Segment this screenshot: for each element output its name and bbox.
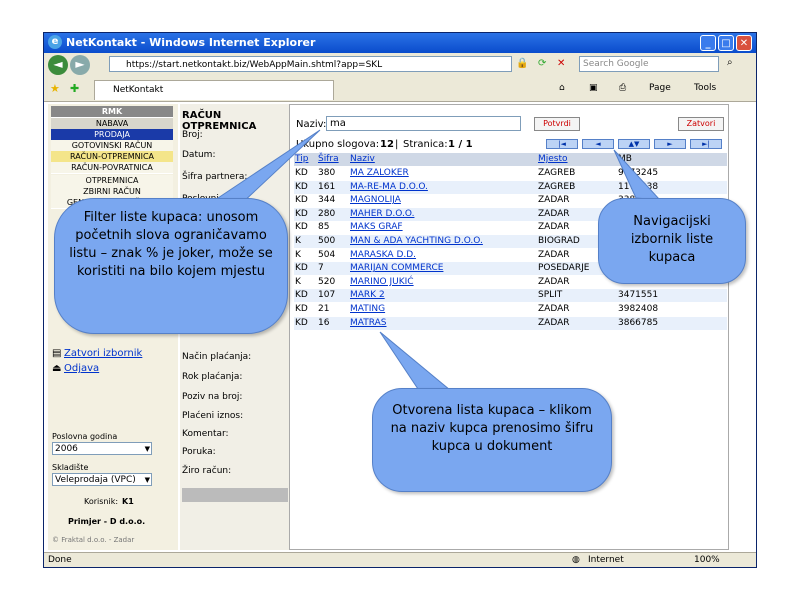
nav-callout-pointer xyxy=(613,149,662,201)
list-callout-text: Otvorena lista kupaca – klikom na naziv … xyxy=(390,403,594,454)
list-callout-pointer xyxy=(379,331,452,393)
filter-callout: Filter liste kupaca: unosom početnih slo… xyxy=(54,198,288,334)
nav-callout: Navigacijski izbornik liste kupaca xyxy=(598,198,746,284)
list-callout: Otvorena lista kupaca – klikom na naziv … xyxy=(372,388,612,492)
filter-callout-text: Filter liste kupaca: unosom početnih slo… xyxy=(69,210,273,279)
nav-callout-text: Navigacijski izbornik liste kupaca xyxy=(630,214,714,265)
